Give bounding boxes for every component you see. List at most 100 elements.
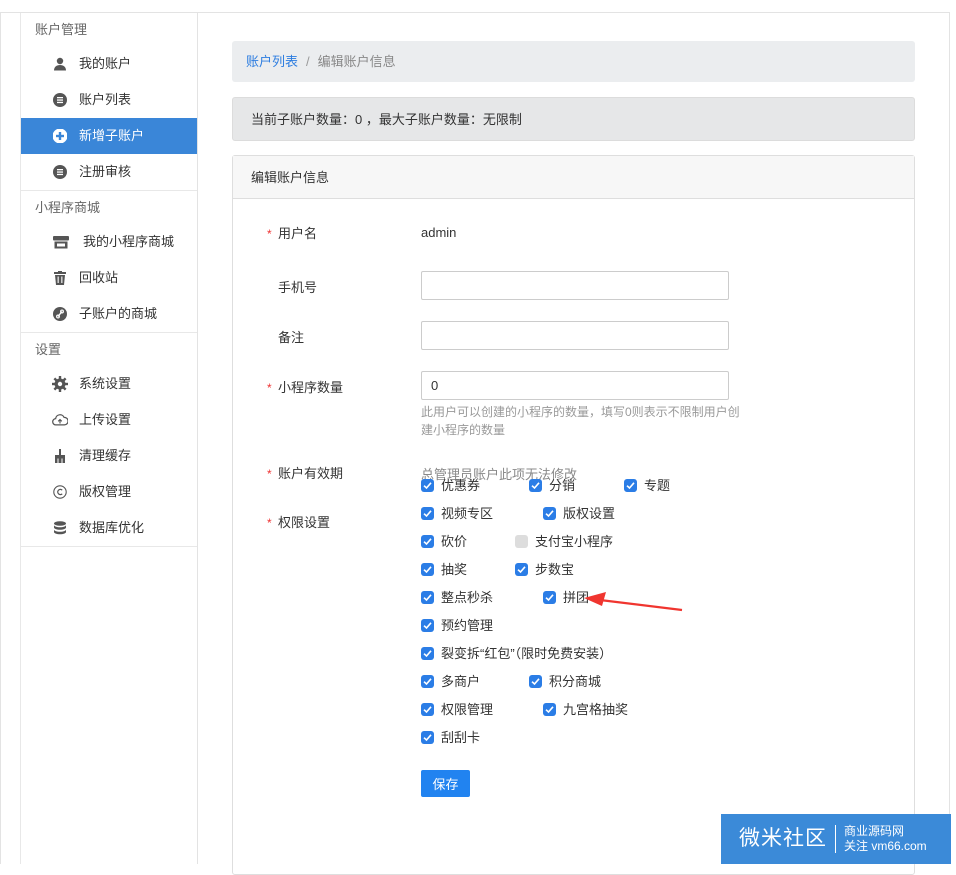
breadcrumb-separator: /	[306, 54, 310, 69]
checkbox-checked-icon[interactable]	[543, 507, 556, 520]
permission-label: 裂变拆“红包”（限时免费安装）	[441, 646, 613, 661]
sidebar-item-registration-review[interactable]: 注册审核	[21, 154, 197, 190]
red-arrow-annotation	[584, 592, 683, 612]
permission-checkbox[interactable]: 拼团	[543, 590, 589, 606]
permission-checkbox[interactable]: 多商户	[421, 674, 480, 690]
sidebar-item-copyright[interactable]: 版权管理	[21, 474, 197, 510]
sidebar-item-account-list[interactable]: 账户列表	[21, 82, 197, 118]
sidebar-group-account: 账户管理 我的账户 账户列表 新增子账户 注册审核	[21, 13, 197, 191]
sidebar-item-label: 上传设置	[79, 412, 132, 427]
permission-checkbox[interactable]: 优惠券	[421, 478, 480, 494]
permission-label: 预约管理	[441, 618, 494, 633]
sidebar-item-my-mall[interactable]: 我的小程序商城	[21, 224, 197, 260]
permission-checkbox[interactable]: 抽奖	[421, 562, 467, 578]
permission-checkbox[interactable]: 裂变拆“红包”（限时免费安装）	[421, 646, 612, 662]
sidebar-item-label: 我的小程序商城	[83, 234, 175, 249]
permission-label: 版权设置	[563, 506, 616, 521]
cloud-upload-icon	[52, 412, 68, 428]
permission-checkbox[interactable]: 支付宝小程序	[515, 534, 613, 550]
permission-checkbox[interactable]: 刮刮卡	[421, 730, 480, 746]
checkbox-checked-icon[interactable]	[421, 507, 434, 520]
validity-label: 账户有效期	[278, 466, 344, 481]
sidebar-group-title: 小程序商城	[35, 200, 101, 215]
sidebar-item-label: 新增子账户	[79, 128, 145, 143]
permission-checkbox[interactable]: 专题	[624, 478, 670, 494]
checkbox-checked-icon[interactable]	[421, 647, 434, 660]
link-icon	[52, 306, 68, 322]
sidebar-item-label: 数据库优化	[79, 520, 145, 535]
breadcrumb-link-account-list[interactable]: 账户列表	[246, 54, 298, 69]
database-icon	[52, 520, 68, 536]
remark-input[interactable]	[421, 321, 729, 350]
user-icon	[52, 56, 68, 72]
checkbox-checked-icon[interactable]	[421, 535, 434, 548]
permission-checkbox[interactable]: 积分商城	[529, 674, 601, 690]
watermark-banner: 微米社区 商业源码网 关注 vm66.com	[721, 814, 951, 864]
card-title: 编辑账户信息	[233, 156, 914, 199]
permission-checkbox[interactable]: 预约管理	[421, 618, 493, 634]
permission-checkbox[interactable]: 步数宝	[515, 562, 574, 578]
sidebar-item-label: 回收站	[79, 270, 119, 285]
sidebar-item-add-subaccount[interactable]: 新增子账户	[21, 118, 197, 154]
sidebar-item-my-account[interactable]: 我的账户	[21, 46, 197, 82]
sidebar-item-label: 注册审核	[79, 164, 132, 179]
permission-checkbox[interactable]: 九宫格抽奖	[543, 702, 628, 718]
permission-label: 九宫格抽奖	[563, 702, 629, 717]
breadcrumb: 账户列表 / 编辑账户信息	[232, 41, 915, 82]
permission-checkbox[interactable]: 视频专区	[421, 506, 493, 522]
sidebar-group-title: 账户管理	[35, 22, 88, 37]
permission-label: 多商户	[441, 674, 481, 689]
permission-label: 支付宝小程序	[535, 534, 614, 549]
sidebar-item-clear-cache[interactable]: 清理缓存	[21, 438, 197, 474]
breadcrumb-current: 编辑账户信息	[317, 54, 396, 69]
permission-checkbox[interactable]: 权限管理	[421, 702, 493, 718]
sidebar-item-subaccount-mall[interactable]: 子账户的商城	[21, 296, 197, 332]
checkbox-checked-icon[interactable]	[421, 675, 434, 688]
required-mark: *	[267, 227, 272, 241]
checkbox-checked-icon[interactable]	[624, 479, 637, 492]
permission-checkbox[interactable]: 版权设置	[543, 506, 615, 522]
list-icon	[52, 164, 68, 180]
gear-icon	[52, 376, 68, 392]
checkbox-checked-icon[interactable]	[543, 703, 556, 716]
username-label: 用户名	[278, 226, 318, 241]
permission-checkbox[interactable]: 砍价	[421, 534, 467, 550]
checkbox-unchecked-icon[interactable]	[515, 535, 528, 548]
checkbox-checked-icon[interactable]	[421, 591, 434, 604]
broom-icon	[52, 448, 68, 464]
checkbox-checked-icon[interactable]	[421, 619, 434, 632]
sidebar-group-mall: 小程序商城 我的小程序商城 回收站 子账户的商城	[21, 191, 197, 333]
sidebar-item-database-optimize[interactable]: 数据库优化	[21, 510, 197, 546]
required-mark: *	[267, 467, 272, 481]
store-icon	[53, 234, 69, 250]
permission-checkbox[interactable]: 分销	[529, 478, 575, 494]
checkbox-checked-icon[interactable]	[543, 591, 556, 604]
checkbox-checked-icon[interactable]	[421, 703, 434, 716]
copyright-icon	[52, 484, 68, 500]
sidebar-item-label: 清理缓存	[79, 448, 132, 463]
sidebar-item-upload-settings[interactable]: 上传设置	[21, 402, 197, 438]
save-button[interactable]: 保存	[421, 770, 470, 797]
permissions-label: 权限设置	[278, 515, 331, 530]
phone-input[interactable]	[421, 271, 729, 300]
sidebar-item-recycle-bin[interactable]: 回收站	[21, 260, 197, 296]
permission-label: 专题	[644, 478, 671, 493]
permission-label: 砍价	[441, 534, 468, 549]
checkbox-checked-icon[interactable]	[529, 675, 542, 688]
permission-checkbox[interactable]: 整点秒杀	[421, 590, 493, 606]
subaccount-count-notice: 当前子账户数量：0 ，最大子账户数量：无限制	[232, 97, 915, 141]
checkbox-checked-icon[interactable]	[421, 479, 434, 492]
app-count-input[interactable]	[421, 371, 729, 400]
checkbox-checked-icon[interactable]	[529, 479, 542, 492]
main-content: 账户列表 / 编辑账户信息 当前子账户数量：0 ，最大子账户数量：无限制 编辑账户信…	[232, 41, 915, 875]
sidebar-item-system-settings[interactable]: 系统设置	[21, 366, 197, 402]
checkbox-checked-icon[interactable]	[515, 563, 528, 576]
checkbox-checked-icon[interactable]	[421, 731, 434, 744]
sidebar-item-label: 系统设置	[79, 376, 132, 391]
checkbox-checked-icon[interactable]	[421, 563, 434, 576]
required-mark: *	[267, 516, 272, 530]
watermark-text: 商业源码网 关注 vm66.com	[836, 824, 927, 854]
sidebar: 账户管理 我的账户 账户列表 新增子账户 注册审核 小程序商城 我的小程序商城 …	[20, 13, 198, 864]
plus-circle-icon	[52, 128, 68, 144]
trash-icon	[52, 270, 68, 286]
